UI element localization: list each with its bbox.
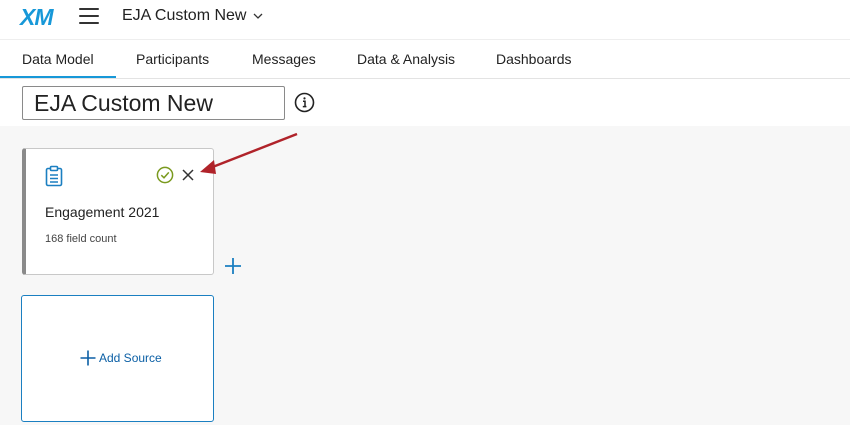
tab-participants[interactable]: Participants	[136, 51, 209, 67]
tab-data-analysis[interactable]: Data & Analysis	[357, 51, 455, 67]
plus-icon	[80, 350, 96, 366]
close-icon[interactable]	[181, 168, 195, 182]
info-icon[interactable]	[294, 92, 315, 113]
project-switcher[interactable]: EJA Custom New	[122, 7, 264, 25]
data-model-canvas: Engagement 2021 168 field count Add Sour…	[0, 126, 850, 425]
source-card[interactable]: Engagement 2021 168 field count	[22, 148, 214, 275]
hamburger-menu-icon[interactable]	[79, 8, 99, 26]
tab-messages[interactable]: Messages	[252, 51, 316, 67]
add-join-plus-icon[interactable]	[224, 257, 242, 275]
project-name: EJA Custom New	[122, 7, 247, 24]
add-source-label: Add Source	[99, 351, 162, 365]
top-bar: XM EJA Custom New	[0, 0, 850, 40]
clipboard-icon	[45, 165, 63, 187]
chevron-down-icon	[254, 13, 263, 19]
tab-data-model[interactable]: Data Model	[0, 51, 116, 78]
source-card-count: 168 field count	[45, 233, 117, 245]
xm-logo[interactable]: XM	[20, 4, 53, 31]
title-bar	[0, 80, 850, 126]
tab-dashboards[interactable]: Dashboards	[496, 51, 572, 67]
project-title-input[interactable]	[22, 86, 285, 120]
main-tabs: Data Model Participants Messages Data & …	[0, 40, 850, 79]
check-icon	[156, 166, 174, 184]
source-card-title: Engagement 2021	[45, 204, 160, 220]
add-source-button[interactable]: Add Source	[21, 295, 214, 422]
